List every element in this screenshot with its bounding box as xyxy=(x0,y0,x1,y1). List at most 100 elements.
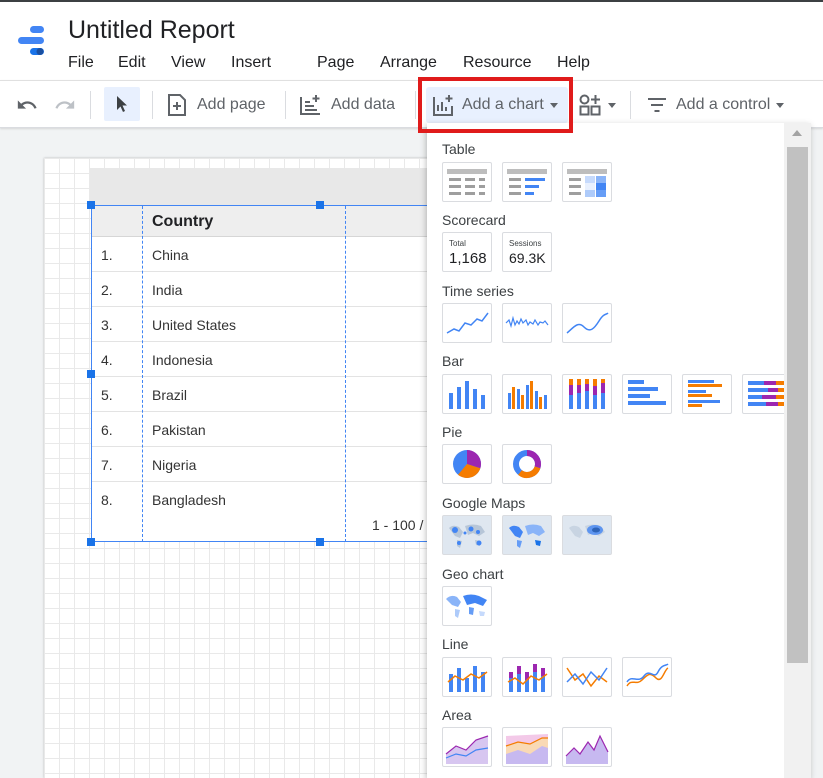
table-chart-icon xyxy=(447,169,487,195)
resize-handle[interactable] xyxy=(316,538,324,546)
row-number: 8. xyxy=(101,492,113,508)
chart-option-grouped-bar[interactable] xyxy=(682,374,732,414)
toolbar-divider xyxy=(630,91,631,119)
chart-option-table-heatmap[interactable] xyxy=(562,162,612,202)
add-chart-icon xyxy=(433,95,453,116)
section-scorecard-title: Scorecard xyxy=(442,212,506,228)
section-bar-title: Bar xyxy=(442,353,464,369)
add-data-icon xyxy=(300,95,320,115)
chart-option-combo[interactable] xyxy=(442,657,492,697)
chart-option-time-series[interactable] xyxy=(442,303,492,343)
chart-option-bubble-map[interactable] xyxy=(442,515,492,555)
chart-option-area[interactable] xyxy=(442,727,492,767)
chart-option-heatmap-map[interactable] xyxy=(562,515,612,555)
add-page-button[interactable]: Add page xyxy=(166,81,266,129)
add-data-label: Add data xyxy=(331,96,396,113)
chart-option-bar[interactable] xyxy=(622,374,672,414)
scroll-up-arrow-icon[interactable] xyxy=(792,130,802,136)
panel-scrollbar[interactable] xyxy=(784,123,811,778)
resize-handle[interactable] xyxy=(87,370,95,378)
chart-option-scorecard-compact[interactable]: Sessions 69.3K xyxy=(502,232,552,272)
combo-chart-icon xyxy=(447,666,488,692)
scorecard-label: Total xyxy=(449,239,466,248)
grouped-column-icon xyxy=(508,381,547,409)
undo-icon[interactable] xyxy=(16,94,38,116)
chart-option-stacked-combo[interactable] xyxy=(502,657,552,697)
stacked-combo-icon xyxy=(507,664,548,692)
row-number: 2. xyxy=(101,282,113,298)
chart-option-table[interactable] xyxy=(442,162,492,202)
chart-option-scorecard[interactable]: Total 1,168 xyxy=(442,232,492,272)
pagination-text: 1 - 100 / xyxy=(372,517,424,533)
menu-arrange[interactable]: Arrange xyxy=(380,54,463,74)
heatmap-map-icon xyxy=(569,524,605,538)
row-number: 7. xyxy=(101,457,113,473)
chevron-down-icon xyxy=(776,102,785,108)
pie-chart-icon xyxy=(453,450,481,478)
menu-help[interactable]: Help xyxy=(557,54,590,74)
menu-page[interactable]: Page xyxy=(317,54,380,74)
scrollbar-thumb[interactable] xyxy=(787,147,808,663)
country-cell: Indonesia xyxy=(152,352,213,368)
scorecard-label: Sessions xyxy=(509,239,542,248)
filter-lines-icon xyxy=(648,98,666,112)
scorecard-value: 1,168 xyxy=(449,250,487,267)
menu-file[interactable]: File xyxy=(68,54,118,74)
row-number: 4. xyxy=(101,352,113,368)
section-time-series-title: Time series xyxy=(442,283,514,299)
chart-option-geo-chart[interactable] xyxy=(442,586,492,626)
add-control-button[interactable]: Add a control xyxy=(646,81,785,129)
report-title[interactable]: Untitled Report xyxy=(68,16,235,45)
chart-option-column[interactable] xyxy=(442,374,492,414)
section-google-maps-title: Google Maps xyxy=(442,495,526,511)
community-viz-button[interactable] xyxy=(578,81,616,129)
section-line-title: Line xyxy=(442,636,469,652)
chart-option-donut[interactable] xyxy=(502,444,552,484)
chart-option-grouped-column[interactable] xyxy=(502,374,552,414)
menu-bar: File Edit View Insert Page Arrange Resou… xyxy=(68,54,590,74)
resize-handle[interactable] xyxy=(316,201,324,209)
select-tool-button[interactable] xyxy=(104,87,140,121)
scorecard-value: 69.3K xyxy=(509,250,546,266)
chart-option-smoothed-time-series[interactable] xyxy=(562,303,612,343)
add-chart-button[interactable]: Add a chart xyxy=(426,87,568,123)
section-table-title: Table xyxy=(442,141,476,157)
line-chart-icon xyxy=(566,667,608,688)
smoothed-line-icon xyxy=(566,312,609,334)
country-cell: India xyxy=(152,282,183,298)
add-data-button[interactable]: Add data xyxy=(299,81,395,129)
donut-chart-icon xyxy=(513,450,541,478)
cursor-arrow-icon xyxy=(117,96,127,112)
section-geo-chart-title: Geo chart xyxy=(442,566,504,582)
toolbar-divider xyxy=(285,91,286,119)
resize-handle[interactable] xyxy=(87,201,95,209)
chart-option-pie[interactable] xyxy=(442,444,492,484)
menu-view[interactable]: View xyxy=(171,54,231,74)
menu-edit[interactable]: Edit xyxy=(118,54,171,74)
menu-insert[interactable]: Insert xyxy=(231,54,317,74)
chart-option-sparkline[interactable] xyxy=(502,303,552,343)
column-chart-icon xyxy=(449,381,485,409)
resize-handle[interactable] xyxy=(87,538,95,546)
app-header: Untitled Report File Edit View Insert Pa… xyxy=(0,0,823,80)
geo-chart-icon xyxy=(446,594,487,618)
stacked-column-icon xyxy=(569,379,605,409)
chart-option-stacked-column[interactable] xyxy=(562,374,612,414)
row-number: 1. xyxy=(101,247,113,263)
chart-option-stacked-area[interactable] xyxy=(502,727,552,767)
smoothed-line-chart-icon xyxy=(626,663,669,687)
chart-option-percent-area[interactable] xyxy=(562,727,612,767)
menu-resource[interactable]: Resource xyxy=(463,54,557,74)
redo-icon[interactable] xyxy=(54,94,76,116)
section-pie-title: Pie xyxy=(442,424,463,440)
row-number: 3. xyxy=(101,317,113,333)
chart-option-filled-map[interactable] xyxy=(502,515,552,555)
column-header-country[interactable]: Country xyxy=(152,213,213,231)
bubble-map-icon xyxy=(449,524,485,548)
chart-option-smoothed-line[interactable] xyxy=(622,657,672,697)
row-number: 6. xyxy=(101,422,113,438)
add-chart-label: Add a chart xyxy=(462,96,544,113)
toolbar-divider xyxy=(90,91,91,119)
chart-option-line[interactable] xyxy=(562,657,612,697)
chart-option-table-bars[interactable] xyxy=(502,162,552,202)
